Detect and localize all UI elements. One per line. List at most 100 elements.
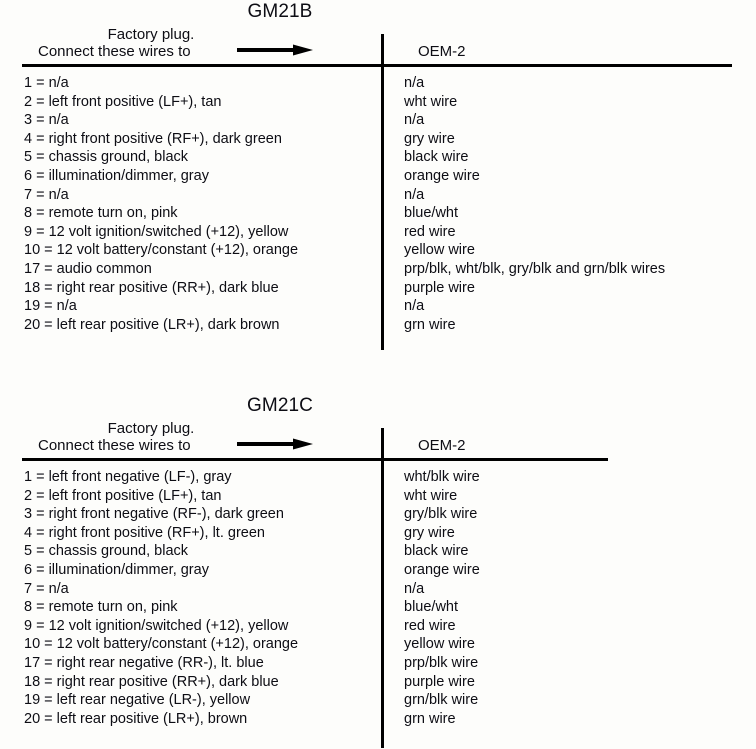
page-title-gm21b: GM21B	[247, 1, 313, 22]
pin-description: 6 = illumination/dimmer, gray	[24, 167, 209, 184]
oem-wire: purple wire	[404, 673, 475, 690]
oem-wire: prp/blk wire	[404, 654, 479, 671]
oem-wire: wht wire	[404, 93, 458, 110]
oem-wire: n/a	[404, 186, 425, 203]
pin-description: 10 = 12 volt battery/constant (+12), ora…	[24, 242, 299, 259]
pin-description: 18 = right rear positive (RR+), dark blu…	[24, 279, 279, 296]
table-row: 19 = n/a n/a	[0, 297, 756, 316]
oem-wire: n/a	[404, 75, 425, 91]
oem-wire: grn/blk wire	[404, 692, 479, 709]
table-row: 18 = right rear positive (RR+), dark blu…	[0, 279, 756, 298]
table-row: 6 = illumination/dimmer, gray orange wir…	[0, 561, 756, 580]
pin-description: 19 = left rear negative (LR-), yellow	[24, 692, 251, 709]
table-row: 7 = n/a n/a	[0, 186, 756, 205]
pin-description: 18 = right rear positive (RR+), dark blu…	[24, 673, 279, 690]
factory-plug-label-line1: Factory plug.	[107, 420, 195, 437]
table-row: 18 = right rear positive (RR+), dark blu…	[0, 673, 756, 692]
table-row: 17 = audio common prp/blk, wht/blk, gry/…	[0, 260, 756, 279]
table-row: 17 = right rear negative (RR-), lt. blue…	[0, 654, 756, 673]
page-title-gm21c: GM21C	[247, 395, 313, 416]
pin-description: 5 = chassis ground, black	[24, 149, 189, 166]
row-list-gm21c: 1 = left front negative (LF-), gray wht/…	[0, 468, 756, 728]
pin-description: 1 = n/a	[24, 75, 69, 91]
pin-description: 4 = right front positive (RF+), dark gre…	[24, 130, 282, 147]
pin-description: 4 = right front positive (RF+), lt. gree…	[24, 524, 265, 541]
table-header-gm21c: GM21C Factory plug. Connect these wires …	[0, 394, 756, 460]
table-row: 8 = remote turn on, pink blue/wht	[0, 598, 756, 617]
pin-description: 6 = illumination/dimmer, gray	[24, 561, 209, 578]
oem-wire: grn wire	[404, 710, 456, 727]
table-row: 4 = right front positive (RF+), lt. gree…	[0, 524, 756, 543]
oem-wire: n/a	[404, 298, 425, 315]
pin-description: 3 = right front negative (RF-), dark gre…	[24, 506, 284, 523]
table-row: 3 = n/a n/a	[0, 111, 756, 130]
table-row: 4 = right front positive (RF+), dark gre…	[0, 130, 756, 149]
oem-wire: wht wire	[404, 487, 458, 504]
factory-plug-label-line1: Factory plug.	[107, 26, 195, 43]
oem-wire: gry/blk wire	[404, 506, 478, 523]
table-row: 7 = n/a n/a	[0, 580, 756, 599]
pin-description: 2 = left front positive (LF+), tan	[24, 93, 222, 110]
oem-wire: n/a	[404, 112, 425, 129]
oem-column-header-gm21b: OEM-2	[418, 43, 466, 60]
oem-wire: black wire	[404, 149, 469, 166]
oem-wire: orange wire	[404, 167, 480, 184]
table-row: 10 = 12 volt battery/constant (+12), ora…	[0, 635, 756, 654]
right-arrow-icon	[237, 438, 313, 450]
oem-wire: prp/blk, wht/blk, gry/blk and grn/blk wi…	[404, 260, 666, 277]
oem-wire: red wire	[404, 617, 456, 634]
table-row: 5 = chassis ground, black black wire	[0, 148, 756, 167]
oem-wire: red wire	[404, 223, 456, 240]
pin-description: 1 = left front negative (LF-), gray	[24, 469, 232, 485]
oem-wire: gry wire	[404, 130, 455, 147]
header-rule-gm21c	[22, 458, 608, 461]
oem-wire: blue/wht	[404, 205, 459, 222]
table-row: 10 = 12 volt battery/constant (+12), ora…	[0, 241, 756, 260]
oem-wire: n/a	[404, 580, 425, 597]
pin-description: 7 = n/a	[24, 580, 69, 597]
pin-description: 20 = left rear positive (LR+), brown	[24, 710, 248, 727]
oem-wire: purple wire	[404, 279, 475, 296]
table-row: 1 = n/a n/a	[0, 74, 756, 93]
pin-description: 2 = left front positive (LF+), tan	[24, 487, 222, 504]
factory-plug-label-line2: Connect these wires to	[38, 43, 191, 60]
pin-description: 8 = remote turn on, pink	[24, 205, 178, 222]
table-header-gm21b: GM21B Factory plug. Connect these wires …	[0, 0, 756, 66]
right-arrow-icon	[237, 44, 313, 56]
pin-description: 7 = n/a	[24, 186, 69, 203]
pin-description: 20 = left rear positive (LR+), dark brow…	[24, 316, 280, 333]
table-row: 9 = 12 volt ignition/switched (+12), yel…	[0, 617, 756, 636]
table-row: 2 = left front positive (LF+), tan wht w…	[0, 487, 756, 506]
pin-description: 9 = 12 volt ignition/switched (+12), yel…	[24, 223, 289, 240]
table-row: 9 = 12 volt ignition/switched (+12), yel…	[0, 223, 756, 242]
table-row: 8 = remote turn on, pink blue/wht	[0, 204, 756, 223]
oem-wire: yellow wire	[404, 636, 475, 653]
wiring-table-gm21c: GM21C Factory plug. Connect these wires …	[0, 394, 756, 748]
oem-wire: blue/wht	[404, 599, 459, 616]
pin-description: 5 = chassis ground, black	[24, 543, 189, 560]
table-row: 6 = illumination/dimmer, gray orange wir…	[0, 167, 756, 186]
oem-column-header-gm21c: OEM-2	[418, 437, 466, 454]
oem-wire: grn wire	[404, 316, 456, 333]
table-row: 20 = left rear positive (LR+), dark brow…	[0, 316, 756, 335]
header-rule-gm21b	[22, 64, 732, 67]
wiring-table-gm21b: GM21B Factory plug. Connect these wires …	[0, 0, 756, 350]
pin-description: 17 = audio common	[24, 260, 152, 277]
factory-plug-label-line2: Connect these wires to	[38, 437, 191, 454]
pin-description: 10 = 12 volt battery/constant (+12), ora…	[24, 636, 299, 653]
table-row: 19 = left rear negative (LR-), yellow gr…	[0, 691, 756, 710]
oem-wire: yellow wire	[404, 242, 475, 259]
pin-description: 3 = n/a	[24, 112, 69, 129]
oem-wire: black wire	[404, 543, 469, 560]
pin-description: 9 = 12 volt ignition/switched (+12), yel…	[24, 617, 289, 634]
table-row: 3 = right front negative (RF-), dark gre…	[0, 505, 756, 524]
table-row: 2 = left front positive (LF+), tan wht w…	[0, 93, 756, 112]
pin-description: 8 = remote turn on, pink	[24, 599, 178, 616]
table-row: 5 = chassis ground, black black wire	[0, 542, 756, 561]
pin-description: 17 = right rear negative (RR-), lt. blue	[24, 654, 264, 671]
oem-wire: wht/blk wire	[404, 469, 480, 485]
oem-wire: orange wire	[404, 561, 480, 578]
oem-wire: gry wire	[404, 524, 455, 541]
row-list-gm21b: 1 = n/a n/a 2 = left front positive (LF+…	[0, 74, 756, 334]
table-row: 20 = left rear positive (LR+), brown grn…	[0, 710, 756, 729]
